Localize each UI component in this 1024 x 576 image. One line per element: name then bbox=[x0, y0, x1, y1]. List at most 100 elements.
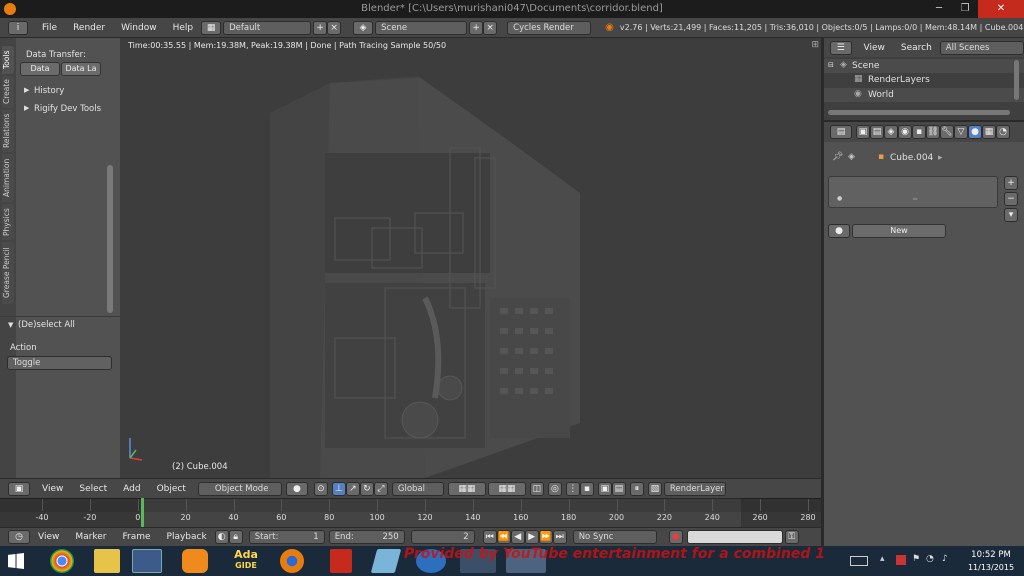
world-context-icon[interactable]: ◉ bbox=[898, 125, 912, 139]
tool-shelf-scrollbar[interactable] bbox=[107, 165, 113, 313]
opengl-anim-icon[interactable]: ▤ bbox=[611, 481, 626, 496]
render-layer-icon[interactable]: ▧ bbox=[647, 481, 662, 496]
volume-tray-icon[interactable]: ♪ bbox=[942, 554, 948, 564]
tab-create[interactable]: Create bbox=[2, 76, 14, 108]
browse-material-icon[interactable]: ● bbox=[828, 224, 850, 238]
auto-keying-icon[interactable]: ● bbox=[668, 530, 683, 544]
new-material-button[interactable]: New bbox=[852, 224, 946, 238]
info-editor-type-icon[interactable]: i bbox=[8, 20, 28, 35]
sync-mode-select[interactable]: No Sync bbox=[572, 530, 657, 544]
outliner-menu-view[interactable]: View bbox=[856, 43, 893, 53]
lock-range-icon[interactable]: 🔒︎ bbox=[228, 530, 243, 544]
editor-type-properties-icon[interactable]: ▤ bbox=[830, 125, 852, 139]
paint-app-icon[interactable] bbox=[132, 549, 162, 573]
menu-file[interactable]: File bbox=[34, 23, 65, 33]
tray-chevron-icon[interactable]: ▴ bbox=[880, 554, 885, 564]
start-frame-field[interactable]: Start: 1 bbox=[248, 530, 325, 544]
remove-layout-icon[interactable]: × bbox=[327, 20, 342, 35]
keying-set-field[interactable] bbox=[686, 530, 783, 544]
play-reverse-icon[interactable]: ◀ bbox=[510, 530, 525, 544]
render-layer-field[interactable]: RenderLayer bbox=[663, 481, 726, 496]
layers-grid-b-icon[interactable]: ▦▦ bbox=[487, 481, 526, 496]
menu-add[interactable]: Add bbox=[115, 484, 148, 494]
outliner-display-select[interactable]: All Scenes bbox=[939, 40, 1024, 55]
media-player-icon[interactable] bbox=[182, 549, 208, 573]
clock-time[interactable]: 10:52 PM bbox=[966, 550, 1016, 560]
add-material-slot-icon[interactable]: + bbox=[1004, 176, 1018, 190]
tray-app-icon[interactable] bbox=[896, 555, 906, 565]
menu-render[interactable]: Render bbox=[65, 23, 113, 33]
chrome-icon[interactable] bbox=[50, 549, 74, 573]
proportional-edit-icon[interactable]: ◎ bbox=[547, 481, 562, 496]
mode-select[interactable]: Object Mode bbox=[197, 481, 282, 496]
menu-timeline-view[interactable]: View bbox=[30, 532, 67, 542]
opengl-render-icon[interactable]: ▣ bbox=[597, 481, 612, 496]
jump-end-icon[interactable]: ⏭ bbox=[552, 530, 567, 544]
material-slot-list[interactable]: ● ═ bbox=[828, 176, 998, 208]
maximize-button[interactable]: ❐ bbox=[952, 0, 978, 18]
tab-grease-pencil[interactable]: Grease Pencil bbox=[2, 242, 14, 304]
remove-material-slot-icon[interactable]: − bbox=[1004, 192, 1018, 206]
outliner-row-renderlayers[interactable]: ▦ RenderLayers bbox=[824, 73, 1024, 87]
insert-keyframe-icon[interactable]: ⚿ bbox=[784, 530, 799, 544]
add-layout-icon[interactable]: + bbox=[313, 20, 328, 35]
pause-render-icon[interactable]: ⏸ bbox=[629, 481, 644, 496]
preview-range-icon[interactable]: ◐ bbox=[214, 530, 229, 544]
data-button[interactable]: Data bbox=[20, 62, 60, 76]
menu-marker[interactable]: Marker bbox=[67, 532, 114, 542]
menu-object[interactable]: Object bbox=[149, 484, 194, 494]
menu-frame[interactable]: Frame bbox=[114, 532, 158, 542]
material-context-icon[interactable]: ● bbox=[968, 125, 982, 139]
play-icon[interactable]: ▶ bbox=[524, 530, 539, 544]
ada-gide-icon[interactable]: Ada GIDE bbox=[228, 548, 264, 574]
editor-type-timeline-icon[interactable]: ◷ bbox=[8, 530, 30, 544]
current-frame-field[interactable]: 2 bbox=[410, 530, 475, 544]
menu-view[interactable]: View bbox=[34, 484, 71, 494]
tab-animation[interactable]: Animation bbox=[2, 154, 14, 202]
menu-window[interactable]: Window bbox=[113, 23, 165, 33]
render-engine-select[interactable]: Cycles Render bbox=[507, 20, 592, 35]
translate-icon[interactable]: ↗ bbox=[345, 481, 360, 496]
texture-context-icon[interactable]: ▦ bbox=[982, 125, 996, 139]
add-scene-icon[interactable]: + bbox=[469, 20, 484, 35]
scene-field[interactable]: Scene bbox=[375, 20, 468, 35]
scene-context-icon[interactable]: ◈ bbox=[884, 125, 898, 139]
pin-icon[interactable]: 📌︎ bbox=[832, 152, 843, 162]
material-specials-icon[interactable]: ▾ bbox=[1004, 208, 1018, 222]
viewport-shading-icon[interactable]: ● bbox=[285, 481, 308, 496]
constraints-context-icon[interactable]: ⛓ bbox=[926, 125, 940, 139]
minimize-button[interactable]: ─ bbox=[926, 0, 952, 18]
transform-orientation-select[interactable]: Global bbox=[391, 481, 444, 496]
next-keyframe-icon[interactable]: ⏩ bbox=[538, 530, 553, 544]
layout-field[interactable]: Default bbox=[223, 20, 312, 35]
flag-tray-icon[interactable]: ⚑ bbox=[912, 554, 920, 564]
keyboard-tray-icon[interactable] bbox=[850, 556, 868, 566]
tab-physics[interactable]: Physics bbox=[2, 204, 14, 240]
snap-toggle-icon[interactable]: ⋮ bbox=[565, 481, 580, 496]
editor-type-outliner-icon[interactable]: ☰ bbox=[830, 40, 852, 55]
windows-start-icon[interactable] bbox=[8, 553, 24, 569]
scene-icon[interactable]: ◈ bbox=[353, 20, 374, 35]
outliner-vscrollbar[interactable] bbox=[1014, 60, 1019, 100]
network-tray-icon[interactable]: ◔ bbox=[926, 554, 934, 564]
layers-grid-a-icon[interactable]: ▦▦ bbox=[447, 481, 486, 496]
acrobat-icon[interactable] bbox=[330, 549, 352, 573]
prev-keyframe-icon[interactable]: ⏪ bbox=[496, 530, 511, 544]
tab-tools[interactable]: Tools bbox=[2, 46, 14, 74]
remove-scene-icon[interactable]: × bbox=[483, 20, 498, 35]
object-context-icon[interactable]: ▪ bbox=[912, 125, 926, 139]
3d-viewport[interactable]: Time:00:35.55 | Mem:19.38M, Peak:19.38M … bbox=[120, 38, 821, 478]
menu-playback[interactable]: Playback bbox=[159, 532, 215, 542]
notepad-icon[interactable] bbox=[370, 549, 402, 573]
action-select[interactable]: Toggle bbox=[7, 356, 112, 370]
scale-icon[interactable]: ⤢ bbox=[373, 481, 388, 496]
snap-element-icon[interactable]: ▪ bbox=[579, 481, 594, 496]
jump-start-icon[interactable]: ⏮ bbox=[482, 530, 497, 544]
menu-help[interactable]: Help bbox=[165, 23, 202, 33]
list-resize-grip-icon[interactable]: ═ bbox=[913, 195, 917, 203]
end-frame-field[interactable]: End: 250 bbox=[328, 530, 405, 544]
manipulator-toggle-icon[interactable]: ⊥ bbox=[331, 481, 346, 496]
rotate-icon[interactable]: ↻ bbox=[359, 481, 374, 496]
rigify-panel-header[interactable]: Rigify Dev Tools bbox=[34, 104, 101, 114]
expand-scene-icon[interactable]: ⊟ bbox=[828, 61, 834, 69]
